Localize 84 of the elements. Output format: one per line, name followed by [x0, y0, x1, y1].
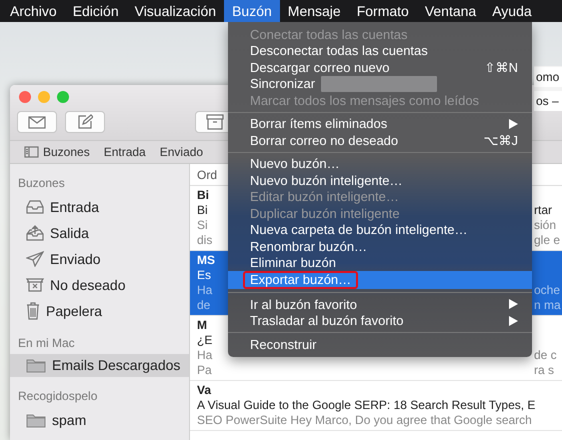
compose-button[interactable] — [65, 111, 105, 133]
menu-bar-item[interactable]: Ayuda — [484, 0, 540, 22]
menu-item[interactable]: Eliminar buzón — [228, 254, 532, 271]
menu-item[interactable]: Nuevo buzón… — [228, 156, 532, 172]
menu-item[interactable]: Ir al buzón favorito — [228, 296, 532, 312]
get-mail-button[interactable] — [17, 111, 57, 133]
menu-item[interactable]: Borrar ítems eliminados — [228, 116, 532, 132]
sidebar-item-label: spam — [52, 410, 86, 430]
sidebar-item-label: Entrada — [50, 198, 100, 216]
message-preview: Ha — [196, 283, 212, 298]
paper-plane-icon — [26, 251, 44, 267]
sidebar-item[interactable]: Papelera — [10, 298, 189, 324]
shortcut-label: ⇧⌘N — [484, 60, 518, 75]
menu-item[interactable]: Reconstruir — [228, 336, 532, 352]
sidebar-item-label: Papelera — [46, 302, 102, 321]
menu-item[interactable]: Borrar correo no deseado ⌥⌘J — [228, 132, 532, 148]
menu-item[interactable]: Desconectar todas las cuentas — [228, 42, 532, 59]
favorites-button[interactable]: Buzones — [43, 143, 90, 161]
sidebar-icon — [24, 146, 39, 158]
message-subject: A Visual Guide to the Google SERP: 18 Search Result Types, E — [196, 398, 536, 413]
menu-item[interactable]: Renombrar buzón… — [228, 238, 532, 254]
message-text-fragment: ra s — [534, 363, 556, 378]
message-text-fragment: sión — [534, 218, 558, 233]
sidebar-item[interactable]: Emails Descargados — [10, 354, 189, 377]
message-text-fragment: de c — [534, 348, 558, 363]
background-window-text: omo — [534, 67, 562, 87]
sidebar-item-label: Emails Descargados — [52, 356, 180, 375]
sidebar-item-label: Enviado — [50, 250, 101, 268]
menu-bar-item[interactable]: Archivo — [2, 0, 65, 22]
sidebar-item-label: Salida — [50, 224, 89, 242]
menu-item[interactable]: Exportar buzón… — [228, 271, 532, 289]
section-header: Buzones — [17, 175, 66, 192]
message-subject: Bi — [196, 203, 208, 218]
message-row[interactable]: Va A Visual Guide to the Google SERP: 18 Search Result Types, E SEO PowerSuite Hey Marco, Do you agree that Google search — [190, 381, 562, 431]
message-subject: ¿E — [196, 333, 212, 348]
envelope-icon — [28, 116, 46, 128]
menu-bar-item[interactable]: Formato — [348, 0, 417, 22]
compose-icon — [77, 114, 93, 130]
message-text-fragment: oche — [534, 283, 562, 298]
tray-up-arrow-icon — [26, 225, 44, 241]
sidebar-item[interactable]: Salida — [10, 220, 189, 246]
section-header: En mi Mac — [17, 335, 76, 352]
folder-icon — [26, 412, 46, 428]
message-preview: dis — [196, 233, 212, 248]
menu-bar-item[interactable]: Edición — [64, 0, 127, 22]
junk-box-icon — [26, 278, 44, 292]
favorites-button[interactable]: Entrada — [104, 143, 146, 161]
archive-box-icon — [206, 114, 224, 130]
menu-bar-item[interactable]: Buzón — [224, 0, 280, 22]
sidebar-item-label: No deseado — [50, 276, 126, 294]
menu-bar-item[interactable]: Ventana — [416, 0, 484, 22]
message-preview: de — [196, 298, 210, 313]
message-preview: Ha — [196, 348, 212, 363]
shortcut-label: ⌥⌘J — [484, 132, 518, 148]
close-button[interactable] — [19, 91, 31, 103]
message-text-fragment: rtar — [534, 203, 553, 218]
message-preview: Pa — [196, 363, 212, 378]
favorites-button[interactable]: Enviado — [160, 143, 204, 161]
menu-item[interactable]: Descargar correo nuevo ⇧⌘N — [228, 59, 532, 76]
menu-item[interactable]: Nueva carpeta de buzón inteligente… — [228, 222, 532, 238]
message-text-fragment: n ma — [534, 298, 562, 313]
menu-item[interactable]: Trasladar al buzón favorito — [228, 312, 532, 329]
section-header: Recogidospelo — [17, 388, 98, 405]
sidebar-item[interactable]: Entrada — [10, 194, 189, 220]
menu-item[interactable]: Sincronizar — [228, 76, 532, 92]
message-preview: SEO PowerSuite Hey Marco, Do you agree that Google search — [196, 413, 532, 428]
message-sender: Bi — [196, 188, 209, 203]
folder-icon — [26, 358, 46, 373]
message-preview: Si — [196, 218, 208, 233]
message-sender: M — [196, 318, 207, 333]
background-window-text: os – — [534, 91, 562, 111]
sidebar-item[interactable]: spam — [10, 407, 189, 433]
message-sender: MS — [196, 253, 215, 268]
menu-bar-item[interactable]: Mensaje — [280, 0, 349, 22]
trash-icon — [26, 302, 40, 320]
message-subject: Es — [196, 268, 212, 283]
annotation-box: Exportar buzón… — [243, 271, 358, 289]
sidebar-item[interactable]: No deseado — [10, 272, 189, 298]
sidebar-item[interactable]: Enviado — [10, 246, 189, 272]
menu-bar-item[interactable]: Visualización — [126, 0, 224, 22]
message-sender: Va — [196, 383, 212, 398]
message-text-fragment: gle e — [534, 233, 562, 248]
menu-item[interactable]: Nuevo buzón inteligente… — [228, 172, 532, 188]
tray-icon — [26, 200, 44, 214]
